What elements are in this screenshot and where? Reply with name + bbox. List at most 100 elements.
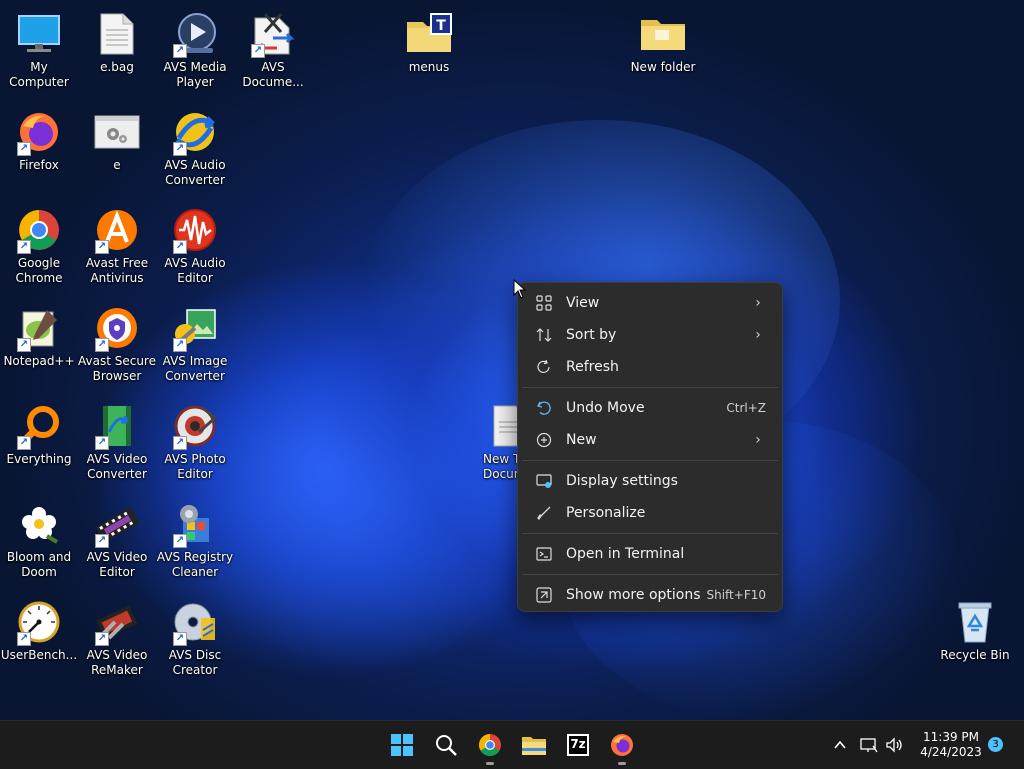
menu-item-sort-by[interactable]: Sort by › (522, 319, 778, 351)
menu-item-view[interactable]: View › (522, 287, 778, 319)
magnifier-icon: ↗ (15, 402, 63, 450)
document-file-icon (93, 10, 141, 58)
desktop-icon-firefox[interactable]: ↗ Firefox (0, 102, 78, 173)
menu-item-undo-move[interactable]: Undo Move Ctrl+Z (522, 392, 778, 424)
desktop-icon-label: Everything (6, 452, 72, 466)
more-options-icon (532, 583, 556, 607)
folder-icon (522, 737, 546, 755)
shortcut-arrow-icon: ↗ (95, 436, 109, 450)
desktop-icon-label: AVS Disc Creator (168, 648, 222, 677)
desktop-icon-e[interactable]: e (78, 102, 156, 173)
audio-converter-icon: ↗ (171, 108, 219, 156)
volume-button[interactable] (882, 729, 908, 761)
refresh-icon (532, 355, 556, 379)
taskbar-search-button[interactable] (430, 729, 462, 761)
desktop-icon-label: e (113, 158, 121, 172)
taskbar-chrome-button[interactable] (474, 729, 506, 765)
desktop-icon-avs-image-converter[interactable]: ↗ AVS Image Converter (156, 298, 234, 384)
shortcut-arrow-icon: ↗ (17, 338, 31, 352)
avast-secure-browser-icon: ↗ (93, 304, 141, 352)
brush-icon (532, 501, 556, 525)
desktop-icon-label: menus (408, 60, 450, 74)
shortcut-arrow-icon: ↗ (17, 240, 31, 254)
desktop-icon-label: AVS Video Converter (86, 452, 148, 481)
monitor-icon (15, 10, 63, 58)
taskbar-7zip-button[interactable]: 7z (562, 729, 594, 761)
desktop-icon-avs-document[interactable]: ↗ AVS Docume... (234, 4, 312, 90)
desktop-icon-avs-video-editor[interactable]: ↗ AVS Video Editor (78, 494, 156, 580)
desktop-icon-label: Notepad++ (3, 354, 75, 368)
desktop-icon-label: AVS Audio Converter (164, 158, 226, 187)
desktop-icon-recycle-bin[interactable]: Recycle Bin (936, 592, 1014, 663)
windows-logo-icon (391, 734, 413, 756)
network-status-button[interactable] (858, 729, 880, 761)
shortcut-arrow-icon: ↗ (173, 240, 187, 254)
desktop-icon-avast-secure-browser[interactable]: ↗ Avast Secure Browser (78, 298, 156, 384)
desktop-icon-google-chrome[interactable]: ↗ Google Chrome (0, 200, 78, 286)
menu-item-open-in-terminal[interactable]: Open in Terminal (522, 538, 778, 570)
desktop-icon-avs-audio-converter[interactable]: ↗ AVS Audio Converter (156, 102, 234, 188)
desktop-icon-avs-disc-creator[interactable]: ↗ AVS Disc Creator (156, 592, 234, 678)
taskbar-clock[interactable]: 11:39 PM 4/24/2023 (914, 730, 988, 760)
desktop-icon-new-folder[interactable]: New folder (624, 4, 702, 75)
menu-separator (522, 574, 778, 575)
keyboard-shortcut: Ctrl+Z (726, 401, 766, 415)
seven-zip-label: 7z (570, 737, 586, 751)
desktop-icon-avast-free-antivirus[interactable]: ↗ Avast Free Antivirus (78, 200, 156, 286)
menu-item-show-more-options[interactable]: Show more options Shift+F10 (522, 579, 778, 611)
chrome-icon (479, 734, 501, 756)
shortcut-arrow-icon: ↗ (95, 240, 109, 254)
menu-separator (522, 460, 778, 461)
shortcut-arrow-icon: ↗ (173, 436, 187, 450)
desktop-icon-everything[interactable]: ↗ Everything (0, 396, 78, 467)
svg-text:T: T (436, 18, 446, 34)
desktop-icon-my-computer[interactable]: My Computer (0, 4, 78, 90)
taskbar-file-explorer-button[interactable] (518, 729, 550, 761)
running-indicator (618, 762, 626, 765)
desktop-icon-bloom-and-doom[interactable]: Bloom and Doom (0, 494, 78, 580)
audio-editor-icon: ↗ (171, 206, 219, 254)
shortcut-arrow-icon: ↗ (173, 534, 187, 548)
shortcut-arrow-icon: ↗ (95, 338, 109, 352)
media-player-icon: ↗ (171, 10, 219, 58)
notification-badge[interactable]: 3 (988, 737, 1003, 752)
desktop-icon-label: AVS Registry Cleaner (156, 550, 234, 579)
desktop-icon-avs-video-converter[interactable]: ↗ AVS Video Converter (78, 396, 156, 482)
desktop-icon-e-bag[interactable]: e.bag (78, 4, 156, 75)
image-converter-icon: ↗ (171, 304, 219, 352)
clock-date: 4/24/2023 (920, 745, 982, 759)
desktop-icon-avs-video-remaker[interactable]: ↗ AVS Video ReMaker (78, 592, 156, 678)
desktop-icon-userbench[interactable]: ↗ UserBench... (0, 592, 78, 663)
desktop-icon-menus[interactable]: T menus (390, 4, 468, 75)
desktop-icon-avs-photo-editor[interactable]: ↗ AVS Photo Editor (156, 396, 234, 482)
desktop-icon-label: AVS Video ReMaker (86, 648, 148, 677)
folder-icon: T (405, 10, 453, 58)
menu-separator (522, 533, 778, 534)
menu-item-label: Personalize (566, 505, 646, 521)
speaker-icon (886, 737, 902, 753)
taskbar-firefox-button[interactable] (606, 729, 638, 765)
desktop-icon-label: Avast Free Antivirus (85, 256, 149, 285)
mouse-cursor-icon (513, 278, 527, 303)
menu-item-refresh[interactable]: Refresh (522, 351, 778, 383)
desktop-icon-label: AVS Image Converter (162, 354, 228, 383)
desktop-icon-avs-registry-cleaner[interactable]: ↗ AVS Registry Cleaner (156, 494, 234, 580)
desktop-icon-avs-audio-editor[interactable]: ↗ AVS Audio Editor (156, 200, 234, 286)
search-icon (436, 735, 457, 756)
start-button[interactable] (386, 729, 418, 761)
desktop-icon-label: AVS Video Editor (86, 550, 148, 579)
menu-item-display-settings[interactable]: Display settings (522, 465, 778, 497)
menu-item-label: Undo Move (566, 400, 645, 416)
clock-time: 11:39 PM (923, 730, 979, 744)
chevron-right-icon: › (755, 295, 761, 311)
menu-item-new[interactable]: New › (522, 424, 778, 456)
menu-item-personalize[interactable]: Personalize (522, 497, 778, 529)
desktop-icon-label: Recycle Bin (940, 648, 1010, 662)
plus-circle-icon (532, 428, 556, 452)
gauge-icon: ↗ (15, 598, 63, 646)
desktop-icon-avs-media-player[interactable]: ↗ AVS Media Player (156, 4, 234, 90)
shortcut-arrow-icon: ↗ (17, 632, 31, 646)
desktop-icon-notepad-plus-plus[interactable]: ↗ Notepad++ (0, 298, 78, 369)
show-hidden-icons-button[interactable] (824, 729, 856, 761)
sort-icon (532, 323, 556, 347)
